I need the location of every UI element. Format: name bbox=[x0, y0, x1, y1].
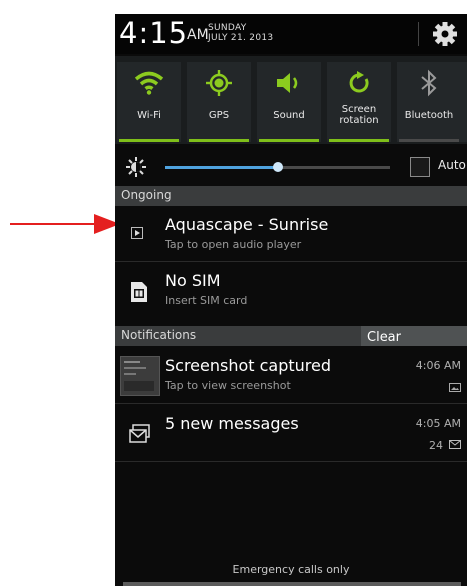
no-sim-subtitle: Insert SIM card bbox=[165, 294, 248, 307]
bluetooth-toggle[interactable]: Bluetooth bbox=[397, 62, 467, 142]
screenshot-notification[interactable]: Screenshot captured Tap to view screensh… bbox=[115, 346, 467, 404]
carrier-footer: Emergency calls only bbox=[115, 558, 467, 586]
sim-card-icon bbox=[131, 282, 147, 302]
callout-arrow bbox=[10, 214, 120, 234]
screenshot-subtitle: Tap to view screenshot bbox=[165, 379, 291, 392]
drag-handle[interactable] bbox=[123, 582, 461, 586]
wifi-label: Wi-Fi bbox=[137, 110, 161, 121]
audio-player-notification[interactable]: Aquascape - Sunrise Tap to open audio pl… bbox=[115, 206, 467, 262]
bluetooth-indicator bbox=[399, 139, 459, 142]
sound-label: Sound bbox=[273, 110, 305, 121]
day-label: SUNDAY bbox=[208, 23, 247, 33]
sound-indicator bbox=[259, 139, 319, 142]
header-divider bbox=[418, 22, 419, 46]
sound-toggle[interactable]: Sound bbox=[257, 62, 321, 142]
messages-title: 5 new messages bbox=[165, 414, 299, 433]
wifi-toggle[interactable]: Wi-Fi bbox=[117, 62, 181, 142]
auto-brightness-label: Auto bbox=[438, 158, 466, 172]
gps-indicator bbox=[189, 139, 249, 142]
date-display: SUNDAY JULY 21. 2013 bbox=[208, 23, 273, 43]
screen-rotation-toggle[interactable]: Screen rotation bbox=[327, 62, 391, 142]
messages-count: 24 bbox=[429, 439, 443, 452]
wifi-icon bbox=[117, 66, 181, 100]
wifi-indicator bbox=[119, 139, 179, 142]
notification-panel: 4:15 AM SUNDAY JULY 21. 2013 Wi-Fi GPS S… bbox=[115, 14, 467, 586]
audio-subtitle: Tap to open audio player bbox=[165, 238, 302, 251]
bluetooth-icon bbox=[397, 66, 461, 100]
quick-settings-bar: Wi-Fi GPS Sound Screen rotation Bluetoot… bbox=[115, 56, 467, 144]
date-label: JULY 21. 2013 bbox=[208, 33, 274, 43]
notifications-header: Notifications Clear bbox=[115, 326, 467, 346]
image-icon bbox=[449, 383, 461, 392]
email-icon bbox=[129, 424, 150, 443]
gps-label: GPS bbox=[208, 110, 230, 121]
rotation-indicator bbox=[329, 139, 389, 142]
sound-icon bbox=[257, 66, 321, 100]
gear-icon[interactable] bbox=[431, 20, 459, 48]
auto-brightness-checkbox[interactable] bbox=[410, 157, 430, 177]
bluetooth-label: Bluetooth bbox=[404, 110, 454, 121]
brightness-fill bbox=[165, 166, 278, 169]
gps-toggle[interactable]: GPS bbox=[187, 62, 251, 142]
rotation-icon bbox=[327, 66, 391, 100]
audio-title: Aquascape - Sunrise bbox=[165, 215, 329, 234]
mail-small-icon bbox=[449, 440, 461, 449]
messages-time: 4:05 AM bbox=[415, 417, 461, 430]
clock-ampm: AM bbox=[187, 27, 209, 43]
play-icon bbox=[131, 227, 143, 239]
screenshot-title: Screenshot captured bbox=[165, 356, 332, 375]
screenshot-time: 4:06 AM bbox=[415, 359, 461, 372]
gps-icon bbox=[187, 66, 251, 100]
ongoing-header: Ongoing bbox=[115, 186, 467, 206]
messages-notification[interactable]: 5 new messages 4:05 AM 24 bbox=[115, 404, 467, 462]
screen-rotation-label: Screen rotation bbox=[339, 104, 379, 126]
status-header: 4:15 AM SUNDAY JULY 21. 2013 bbox=[115, 14, 467, 54]
brightness-row: Auto bbox=[115, 144, 467, 190]
brightness-icon bbox=[126, 157, 146, 177]
screenshot-thumbnail bbox=[120, 356, 160, 396]
notifications-header-label: Notifications bbox=[121, 328, 197, 342]
brightness-slider[interactable] bbox=[165, 162, 390, 172]
clear-button-label: Clear bbox=[367, 330, 401, 345]
brightness-thumb[interactable] bbox=[272, 162, 283, 172]
clock-time: 4:15 bbox=[119, 16, 189, 50]
clear-button[interactable]: Clear bbox=[361, 326, 467, 346]
emergency-calls-label: Emergency calls only bbox=[232, 563, 350, 576]
row-divider bbox=[115, 461, 467, 462]
ongoing-header-label: Ongoing bbox=[121, 188, 172, 202]
no-sim-notification[interactable]: No SIM Insert SIM card bbox=[115, 262, 467, 318]
no-sim-title: No SIM bbox=[165, 271, 221, 290]
